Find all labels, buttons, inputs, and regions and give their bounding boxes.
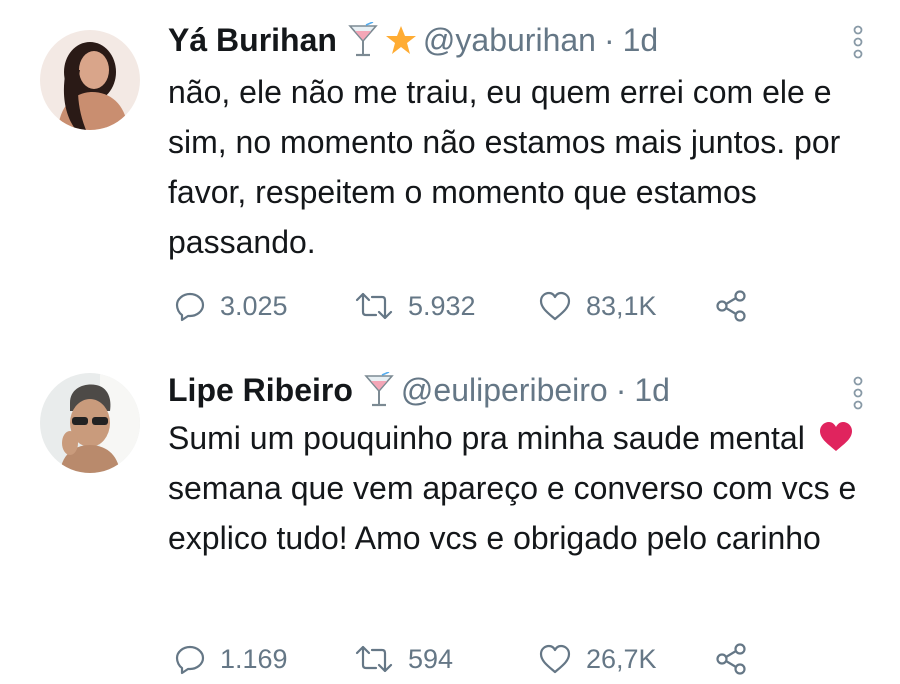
separator: · [615, 371, 627, 408]
tweet-text: Sumi um pouquinho pra minha saude mental… [168, 413, 868, 563]
handle[interactable]: @euliperibeiro [401, 372, 608, 409]
share-icon [716, 643, 746, 675]
display-name[interactable]: Yá Burihan [168, 22, 337, 59]
star-emoji [385, 22, 417, 58]
share-button[interactable] [714, 639, 762, 679]
like-button[interactable]: 26,7K [538, 639, 657, 679]
retweet-count: 5.932 [408, 290, 476, 321]
like-count: 26,7K [586, 643, 657, 674]
timestamp[interactable]: 1d [634, 372, 670, 409]
tweet-header: Yá Burihan @yaburihan · 1d [168, 18, 658, 62]
red-heart-emoji [818, 417, 854, 451]
reply-button[interactable]: 1.169 [174, 639, 288, 679]
more-options-icon[interactable] [852, 22, 864, 62]
tweet[interactable]: Lipe Ribeiro @euliperibeiro · 1d Sumi um… [0, 345, 900, 684]
tweet-text: não, ele não me traiu, eu quem errei com… [168, 74, 841, 260]
like-button[interactable]: 83,1K [538, 286, 657, 326]
separator: · [603, 21, 615, 58]
heart-icon [539, 644, 571, 674]
tweet[interactable]: Yá Burihan @yaburihan · 1d não, ele não … [0, 0, 900, 345]
share-icon [716, 290, 746, 322]
display-name[interactable]: Lipe Ribeiro [168, 372, 353, 409]
heart-icon [539, 291, 571, 321]
retweet-button[interactable]: 594 [354, 639, 453, 679]
tweet-header: Lipe Ribeiro @euliperibeiro · 1d [168, 368, 670, 412]
cocktail-emoji [347, 21, 379, 58]
more-options-icon[interactable] [852, 373, 864, 413]
retweet-icon [355, 292, 393, 320]
avatar[interactable] [40, 30, 140, 130]
reply-icon [175, 645, 205, 675]
timestamp[interactable]: 1d [623, 22, 659, 59]
cocktail-emoji [363, 371, 395, 408]
like-count: 83,1K [586, 290, 657, 321]
handle[interactable]: @yaburihan [423, 22, 596, 59]
reply-button[interactable]: 3.025 [174, 286, 288, 326]
reply-icon [175, 292, 205, 322]
retweet-button[interactable]: 5.932 [354, 286, 476, 326]
retweet-icon [355, 645, 393, 673]
reply-count: 1.169 [220, 643, 288, 674]
tweet-text-part: Sumi um pouquinho pra minha saude mental [168, 420, 805, 456]
share-button[interactable] [714, 286, 762, 326]
avatar[interactable] [40, 373, 140, 473]
reply-count: 3.025 [220, 290, 288, 321]
tweet-text-part: semana que vem apareço e converso com vc… [168, 470, 857, 556]
retweet-count: 594 [408, 643, 454, 674]
